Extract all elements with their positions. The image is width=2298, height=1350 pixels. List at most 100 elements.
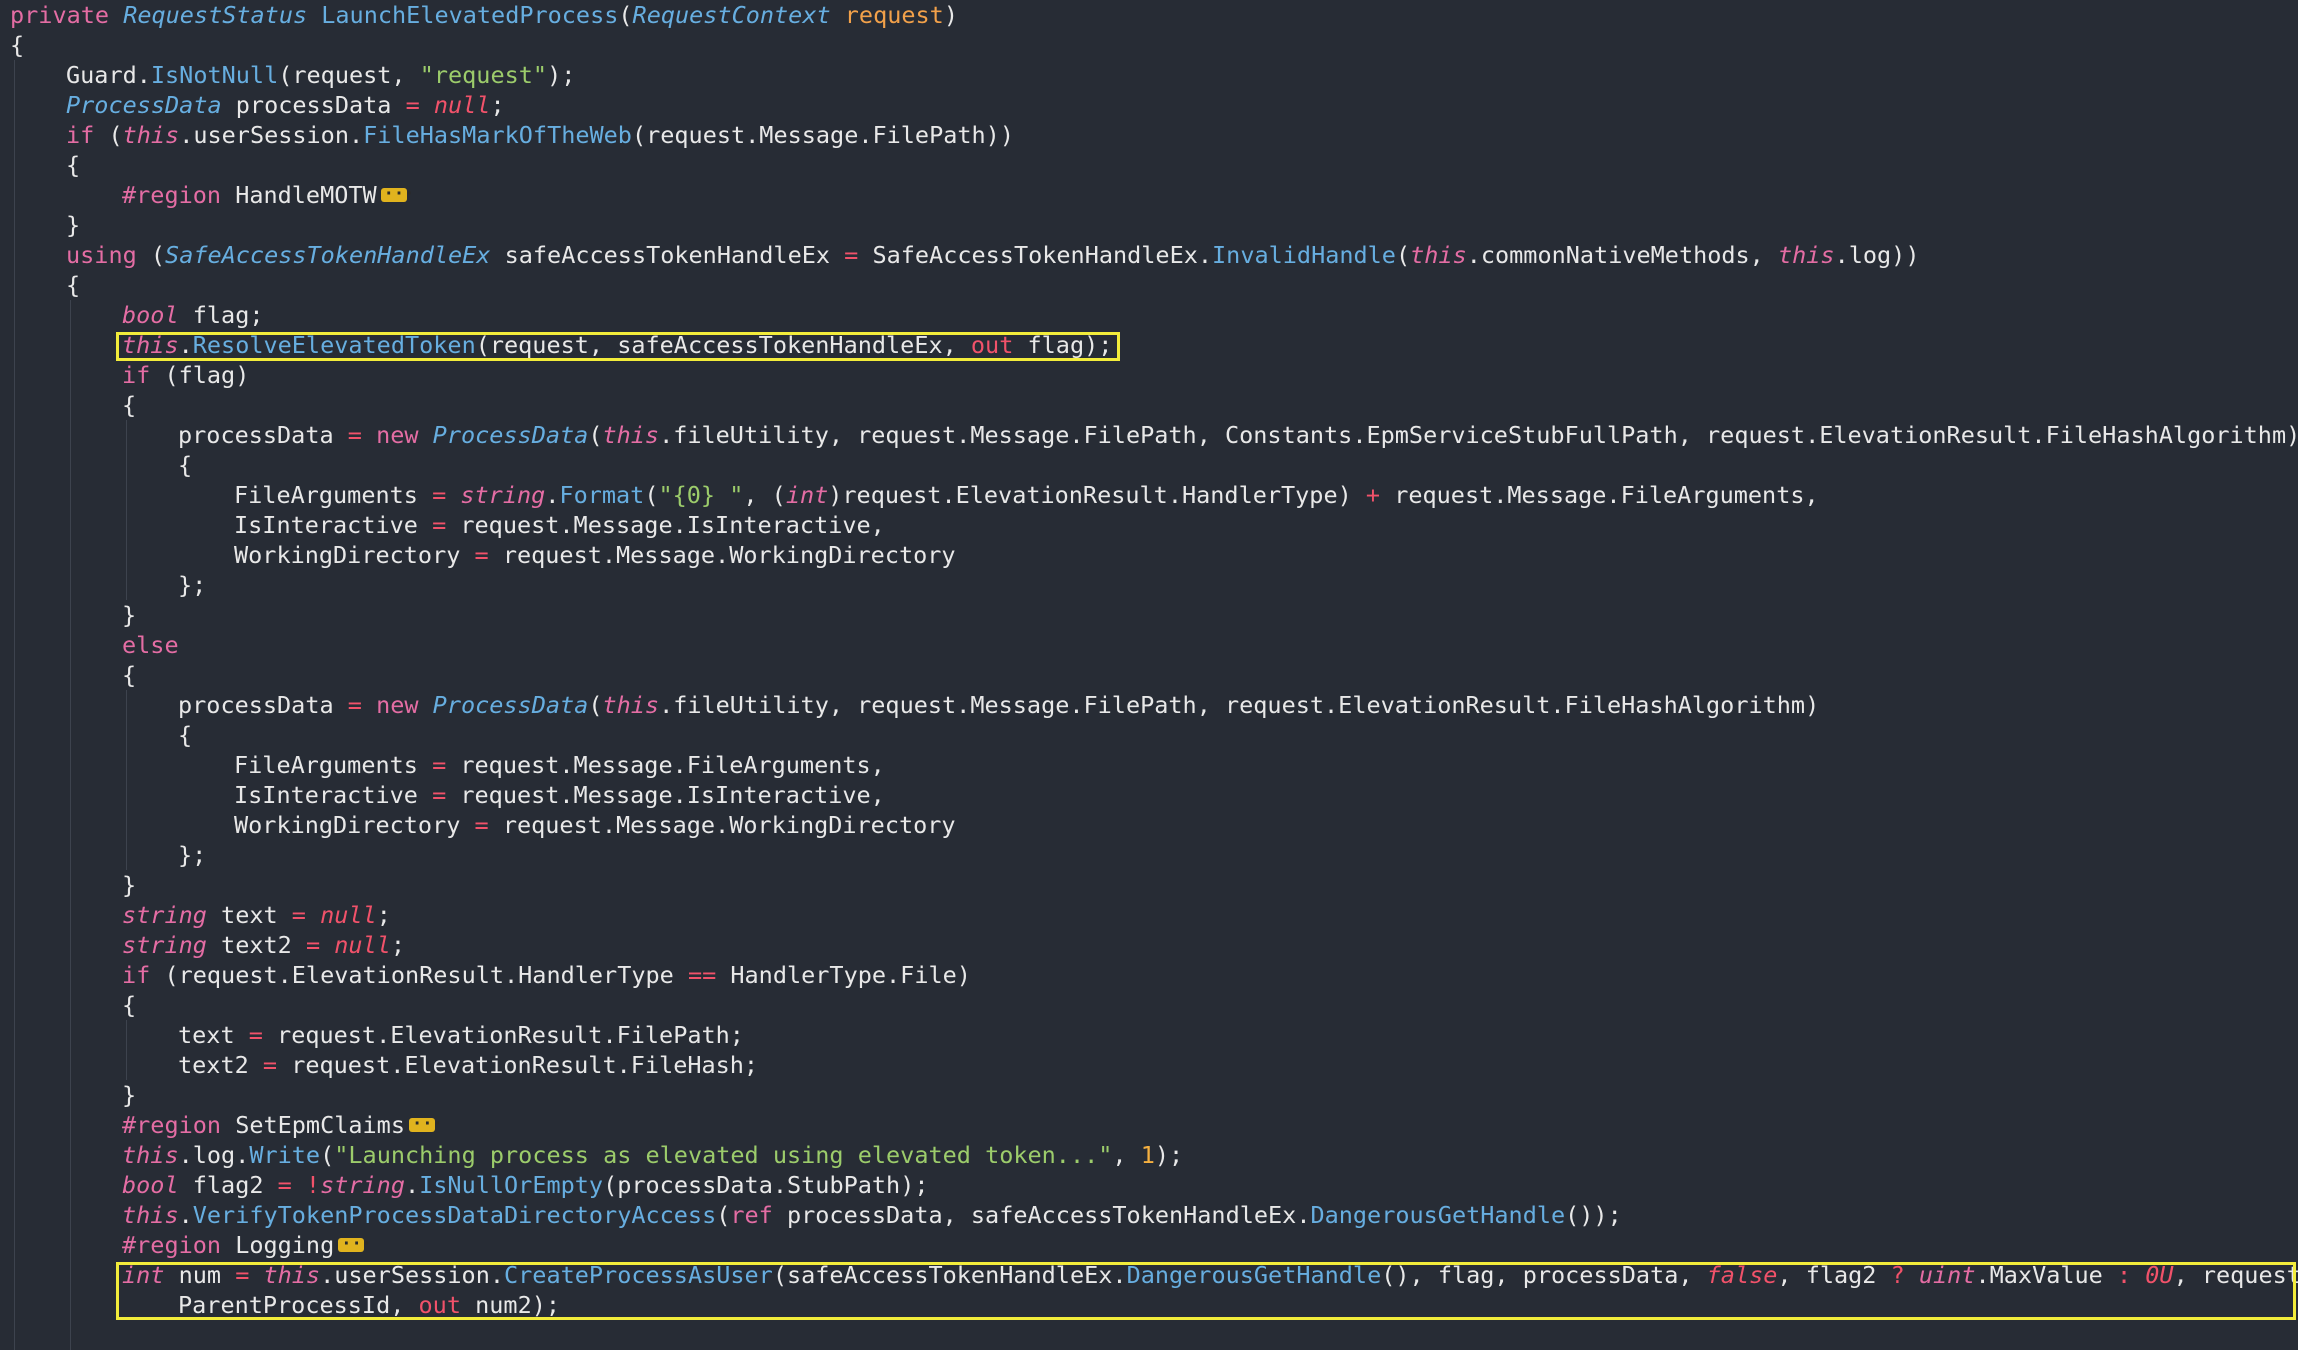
code-token: DangerousGetHandle bbox=[1310, 1201, 1566, 1229]
code-line[interactable]: if (this.userSession.FileHasMarkOfTheWeb… bbox=[66, 120, 1014, 150]
code-line[interactable]: { bbox=[122, 390, 136, 420]
code-token: (), flag, processData, bbox=[1381, 1261, 1707, 1289]
code-line[interactable]: if (flag) bbox=[122, 360, 249, 390]
code-token: (flag) bbox=[164, 361, 250, 389]
code-token: = bbox=[291, 901, 321, 929]
code-line[interactable]: string text = null; bbox=[122, 900, 391, 930]
code-token: { bbox=[66, 151, 81, 179]
code-line[interactable]: string text2 = null; bbox=[122, 930, 405, 960]
code-line[interactable]: }; bbox=[178, 840, 206, 870]
code-line[interactable]: { bbox=[66, 150, 80, 180]
folded-region-icon[interactable] bbox=[338, 1229, 372, 1259]
code-token: { bbox=[122, 991, 137, 1019]
code-token: safeAccessTokenHandleEx bbox=[504, 241, 845, 269]
code-token: this bbox=[1410, 241, 1467, 269]
code-token: } bbox=[122, 871, 137, 899]
indent-guide bbox=[14, 60, 15, 1350]
code-token: HandleMOTW bbox=[235, 181, 377, 209]
code-line[interactable]: using (SafeAccessTokenHandleEx safeAcces… bbox=[66, 240, 1919, 270]
code-token: int bbox=[122, 1261, 179, 1289]
code-line[interactable]: { bbox=[178, 450, 192, 480]
code-line[interactable]: } bbox=[66, 210, 80, 240]
code-line[interactable]: bool flag2 = !string.IsNullOrEmpty(proce… bbox=[122, 1170, 929, 1200]
code-line[interactable]: } bbox=[122, 600, 136, 630]
code-token: Format bbox=[559, 481, 645, 509]
code-line[interactable]: { bbox=[10, 30, 24, 60]
folded-region-icon[interactable] bbox=[380, 179, 414, 209]
code-line[interactable]: } bbox=[122, 1080, 136, 1110]
code-line[interactable]: { bbox=[122, 990, 136, 1020]
code-line[interactable]: text2 = request.ElevationResult.FileHash… bbox=[178, 1050, 758, 1080]
code-token: DangerousGetHandle bbox=[1126, 1261, 1382, 1289]
code-token: request.Message.WorkingDirectory bbox=[502, 811, 956, 839]
code-line[interactable]: else bbox=[122, 630, 179, 660]
code-token: .userSession. bbox=[179, 121, 364, 149]
code-line[interactable]: ParentProcessId, out num2); bbox=[178, 1290, 560, 1320]
code-token: request.Message.WorkingDirectory bbox=[502, 541, 956, 569]
code-token: null bbox=[334, 931, 391, 959]
code-line[interactable]: text = request.ElevationResult.FilePath; bbox=[178, 1020, 744, 1050]
code-token: flag; bbox=[192, 301, 264, 329]
code-token: = bbox=[248, 1021, 278, 1049]
code-line[interactable]: ProcessData processData = null; bbox=[66, 90, 505, 120]
code-token: null bbox=[320, 901, 377, 929]
code-token: request.Message.IsInteractive, bbox=[460, 781, 885, 809]
code-line[interactable]: { bbox=[66, 270, 80, 300]
code-token: processData, safeAccessTokenHandleEx. bbox=[786, 1201, 1311, 1229]
code-line[interactable]: WorkingDirectory = request.Message.Worki… bbox=[234, 540, 956, 570]
code-line[interactable]: Guard.IsNotNull(request, "request"); bbox=[66, 60, 575, 90]
code-token: .log)) bbox=[1834, 241, 1920, 269]
code-line[interactable]: IsInteractive = request.Message.IsIntera… bbox=[234, 510, 885, 540]
code-token: out bbox=[418, 1291, 476, 1319]
code-token: = bbox=[235, 1261, 264, 1289]
code-line[interactable]: IsInteractive = request.Message.IsIntera… bbox=[234, 780, 885, 810]
code-token: = bbox=[474, 541, 503, 569]
folded-region-icon[interactable] bbox=[408, 1109, 443, 1139]
code-line[interactable]: }; bbox=[178, 570, 206, 600]
code-line[interactable]: FileArguments = request.Message.FileArgu… bbox=[234, 750, 885, 780]
code-line[interactable]: #region HandleMOTW bbox=[122, 179, 414, 210]
code-line[interactable]: #region Logging bbox=[122, 1229, 372, 1260]
code-token: request.Message.FileArguments, bbox=[1394, 481, 1819, 509]
code-token: request.Message.FileArguments, bbox=[460, 751, 885, 779]
code-line[interactable]: bool flag; bbox=[122, 300, 264, 330]
code-line[interactable]: private RequestStatus LaunchElevatedProc… bbox=[10, 0, 958, 30]
code-token: LaunchElevatedProcess bbox=[321, 1, 619, 29]
code-token: (safeAccessTokenHandleEx. bbox=[772, 1261, 1127, 1289]
code-line[interactable]: this.log.Write("Launching process as ele… bbox=[122, 1140, 1183, 1170]
code-line[interactable]: { bbox=[178, 720, 192, 750]
code-token: string bbox=[122, 931, 222, 959]
code-token: = bbox=[474, 811, 503, 839]
code-line[interactable]: { bbox=[122, 660, 136, 690]
code-token: 1 bbox=[1140, 1141, 1155, 1169]
code-token: ( bbox=[320, 1141, 335, 1169]
code-token: } bbox=[66, 211, 81, 239]
code-line[interactable]: processData = new ProcessData(this.fileU… bbox=[178, 420, 2298, 450]
code-line[interactable]: int num = this.userSession.CreateProcess… bbox=[122, 1260, 2298, 1290]
code-token: == bbox=[687, 961, 731, 989]
code-token: if bbox=[66, 121, 109, 149]
code-token: ( bbox=[588, 691, 603, 719]
code-line[interactable]: this.ResolveElevatedToken(request, safeA… bbox=[122, 330, 1112, 360]
code-token: this bbox=[122, 1141, 179, 1169]
code-token: new bbox=[376, 421, 433, 449]
code-token: "request" bbox=[419, 61, 548, 89]
code-editor[interactable]: private RequestStatus LaunchElevatedProc… bbox=[0, 0, 2298, 1350]
code-token: .commonNativeMethods, bbox=[1466, 241, 1778, 269]
code-line[interactable]: #region SetEpmClaims bbox=[122, 1109, 443, 1140]
code-line[interactable]: if (request.ElevationResult.HandlerType … bbox=[122, 960, 971, 990]
code-token: this bbox=[1777, 241, 1835, 269]
code-line[interactable]: FileArguments = string.Format("{0} ", (i… bbox=[234, 480, 1819, 510]
code-token: IsInteractive bbox=[234, 781, 433, 809]
code-token: = bbox=[405, 91, 434, 119]
code-token: } bbox=[122, 1081, 137, 1109]
code-line[interactable]: this.VerifyTokenProcessDataDirectoryAcce… bbox=[122, 1200, 1622, 1230]
code-token: ( bbox=[150, 241, 166, 269]
code-token: processData bbox=[235, 91, 406, 119]
code-token: IsNotNull bbox=[150, 61, 279, 89]
code-line[interactable]: WorkingDirectory = request.Message.Worki… bbox=[234, 810, 956, 840]
code-token: (request.ElevationResult.HandlerType bbox=[164, 961, 688, 989]
code-line[interactable]: processData = new ProcessData(this.fileU… bbox=[178, 690, 1819, 720]
code-token: }; bbox=[178, 571, 207, 599]
code-line[interactable]: } bbox=[122, 870, 136, 900]
